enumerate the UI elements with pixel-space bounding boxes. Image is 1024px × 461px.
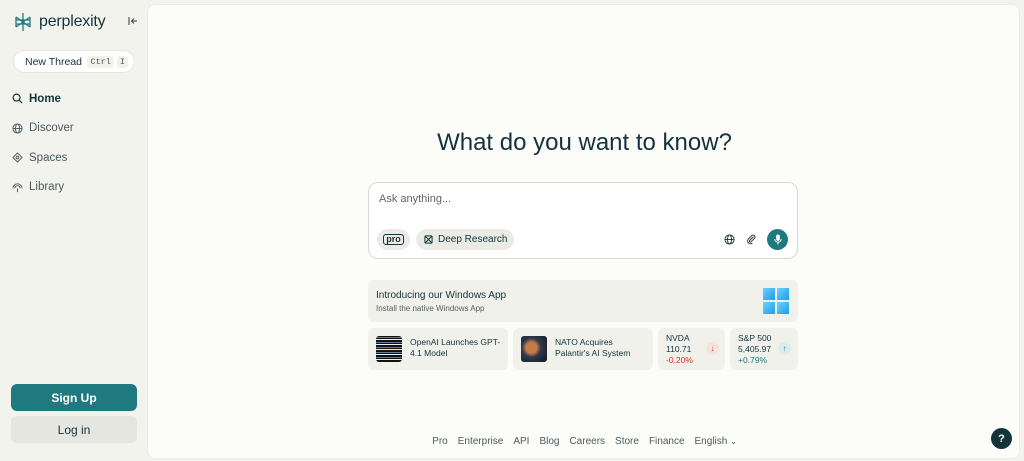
arrow-up-icon: ↑ (778, 342, 791, 355)
news-card[interactable]: OpenAI Launches GPT-4.1 Model (368, 328, 508, 370)
logo-text: perplexity (39, 13, 106, 30)
search-input[interactable] (379, 193, 779, 205)
discover-cards: OpenAI Launches GPT-4.1 Model NATO Acqui… (368, 328, 798, 370)
news-title: NATO Acquires Palantir's AI System (555, 337, 631, 358)
news-card[interactable]: NATO Acquires Palantir's AI System (513, 328, 653, 370)
sidebar-item-spaces[interactable]: Spaces (12, 149, 137, 166)
footer-links: Pro Enterprise API Blog Careers Store Fi… (148, 436, 1021, 447)
stock-price: 110.71 (666, 344, 692, 354)
stock-symbol: NVDA (666, 333, 690, 343)
news-thumbnail (521, 336, 547, 362)
language-label: English (694, 436, 728, 447)
perplexity-logo-icon (15, 13, 31, 31)
sidebar-item-discover[interactable]: Discover (12, 120, 137, 137)
sidebar-item-label: Library (29, 181, 65, 193)
shortcut-key-i: I (116, 55, 128, 68)
windows-logo-icon (763, 288, 789, 314)
voice-input-button[interactable] (767, 229, 788, 250)
sidebar-item-home[interactable]: Home (12, 90, 137, 107)
search-box: pro Deep Research (368, 182, 798, 259)
footer-link-blog[interactable]: Blog (539, 436, 559, 447)
chevron-down-icon: ⌄ (730, 437, 737, 446)
sign-up-button[interactable]: Sign Up (11, 384, 137, 411)
globe-icon[interactable] (724, 234, 735, 245)
news-title: OpenAI Launches GPT-4.1 Model (410, 337, 501, 358)
microphone-icon (773, 234, 782, 245)
footer-link-api[interactable]: API (513, 436, 529, 447)
stock-card-nvda[interactable]: NVDA 110.71 -0.20% ↓ (658, 328, 725, 370)
page-title: What do you want to know? (437, 129, 732, 156)
deep-research-button[interactable]: Deep Research (416, 229, 514, 250)
spaces-icon (12, 152, 23, 163)
log-in-button[interactable]: Log in (11, 416, 137, 443)
sidebar: perplexity New Thread Ctrl I Home Discov… (0, 0, 147, 461)
footer-link-careers[interactable]: Careers (569, 436, 605, 447)
language-selector[interactable]: English ⌄ (695, 436, 737, 447)
windows-app-banner[interactable]: Introducing our Windows App Install the … (368, 280, 798, 322)
sidebar-item-library[interactable]: Library (12, 179, 137, 196)
footer-link-pro[interactable]: Pro (432, 436, 448, 447)
library-icon (12, 182, 23, 192)
footer-link-finance[interactable]: Finance (649, 436, 685, 447)
paperclip-icon[interactable] (746, 234, 757, 245)
stock-symbol: S&P 500 (738, 333, 772, 343)
sidebar-item-label: Home (29, 92, 61, 105)
arrow-down-icon: ↓ (706, 342, 719, 355)
sidebar-nav: Home Discover Spaces Library (12, 90, 137, 208)
banner-title: Introducing our Windows App (376, 290, 507, 301)
new-thread-shortcut: Ctrl I (87, 55, 128, 68)
sidebar-item-label: Discover (29, 122, 74, 134)
deep-research-label: Deep Research (438, 234, 508, 245)
new-thread-label: New Thread (25, 55, 83, 68)
footer-link-store[interactable]: Store (615, 436, 639, 447)
main-panel: What do you want to know? pro Deep Resea… (147, 4, 1020, 459)
footer-link-enterprise[interactable]: Enterprise (458, 436, 504, 447)
banner-subtitle: Install the native Windows App (376, 304, 485, 313)
help-button[interactable]: ? (991, 428, 1012, 449)
sidebar-item-label: Spaces (29, 151, 68, 164)
collapse-sidebar-icon[interactable] (127, 15, 139, 27)
news-thumbnail (376, 336, 402, 362)
search-icon (12, 93, 23, 104)
pro-toggle[interactable]: pro (377, 229, 410, 250)
new-thread-button[interactable]: New Thread Ctrl I (13, 50, 135, 73)
stock-price: 5,405.97 (738, 344, 772, 354)
shortcut-key-ctrl: Ctrl (87, 55, 114, 68)
globe-icon (12, 122, 23, 134)
stock-change: -0.20% (666, 355, 693, 365)
pro-label: pro (383, 234, 404, 245)
stock-change: +0.79% (738, 355, 768, 365)
logo[interactable]: perplexity (13, 12, 106, 32)
stock-card-sp500[interactable]: S&P 500 5,405.97 +0.79% ↑ (730, 328, 798, 370)
deep-research-icon (424, 235, 433, 244)
